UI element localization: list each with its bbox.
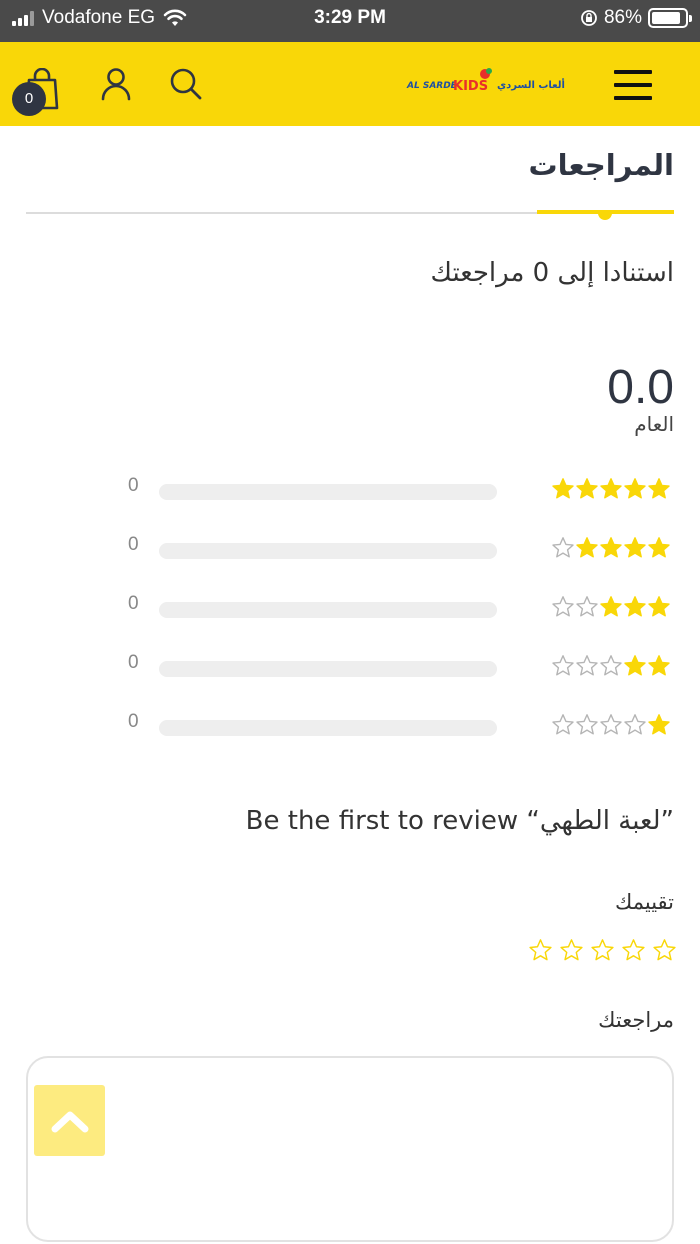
star-empty-icon <box>600 655 622 676</box>
rating-row-5: 0 <box>0 475 700 505</box>
star-filled-icon <box>600 537 622 558</box>
rating-row-stars <box>551 477 671 501</box>
star-filled-icon <box>648 655 670 676</box>
rating-row-2: 0 <box>0 652 700 682</box>
star-filled-icon <box>648 596 670 617</box>
your-rating-stars[interactable] <box>528 938 677 963</box>
rating-row-count: 0 <box>128 534 139 555</box>
star-empty-icon <box>600 714 622 735</box>
battery-percent: 86% <box>603 7 642 28</box>
star-empty-icon <box>552 596 574 617</box>
hamburger-menu-icon[interactable] <box>614 70 652 100</box>
site-header: 0 AL SARDE KIDS ألعاب السردي <box>0 42 700 126</box>
search-button[interactable] <box>168 66 204 102</box>
star-empty-icon[interactable] <box>621 938 646 963</box>
logo-image: AL SARDE KIDS ألعاب السردي <box>406 68 565 94</box>
star-filled-icon <box>624 537 646 558</box>
star-filled-icon <box>648 537 670 558</box>
logo-kids: KIDS <box>453 79 488 94</box>
star-filled-icon <box>648 714 670 735</box>
rotation-lock-icon <box>581 10 597 26</box>
rating-row-stars <box>551 713 671 737</box>
star-empty-icon[interactable] <box>590 938 615 963</box>
rating-row-count: 0 <box>128 652 139 673</box>
star-empty-icon <box>576 714 598 735</box>
star-empty-icon <box>576 596 598 617</box>
star-filled-icon <box>576 537 598 558</box>
your-rating-label: تقييمك <box>615 890 674 914</box>
star-empty-icon <box>576 655 598 676</box>
star-filled-icon <box>552 478 574 499</box>
brand-logo[interactable]: AL SARDE KIDS ألعاب السردي <box>405 66 565 100</box>
rating-row-count: 0 <box>128 593 139 614</box>
user-icon <box>101 68 131 101</box>
account-button[interactable] <box>98 66 134 102</box>
rating-row-stars <box>551 595 671 619</box>
logo-arabic: ألعاب السردي <box>497 78 565 91</box>
star-empty-icon <box>552 537 574 558</box>
rating-row-bar <box>159 720 497 736</box>
reviews-count-heading: استنادا إلى 0 مراجعتك <box>430 258 674 288</box>
cart-button[interactable]: 0 <box>12 68 62 116</box>
rating-row-stars <box>551 654 671 678</box>
logo-latin: AL SARDE <box>406 81 458 91</box>
rating-row-3: 0 <box>0 593 700 623</box>
status-right: 86% <box>580 7 692 29</box>
star-empty-icon <box>552 714 574 735</box>
cart-count-badge: 0 <box>12 82 46 116</box>
rating-row-bar <box>159 661 497 677</box>
status-bar: Vodafone EG 3:29 PM 86% <box>0 0 700 42</box>
star-filled-icon <box>600 478 622 499</box>
search-icon <box>170 68 202 100</box>
rating-row-4: 0 <box>0 534 700 564</box>
review-textarea[interactable] <box>26 1056 674 1242</box>
tab-reviews[interactable]: المراجعات <box>528 148 674 182</box>
star-filled-icon <box>624 655 646 676</box>
star-filled-icon <box>648 478 670 499</box>
battery-icon <box>648 8 692 28</box>
first-review-heading: Be the first to review “لعبة الطهي” <box>245 806 674 836</box>
rating-row-count: 0 <box>128 475 139 496</box>
average-rating-label: العام <box>634 412 674 436</box>
scroll-to-top-button[interactable] <box>34 1085 105 1156</box>
average-rating-value: 0.0 <box>607 361 674 414</box>
star-empty-icon <box>624 714 646 735</box>
tab-active-notch <box>598 210 612 220</box>
star-empty-icon[interactable] <box>559 938 584 963</box>
rating-row-1: 0 <box>0 711 700 741</box>
your-review-label: مراجعتك <box>598 1008 674 1032</box>
star-empty-icon[interactable] <box>652 938 677 963</box>
star-filled-icon <box>624 596 646 617</box>
star-filled-icon <box>600 596 622 617</box>
rating-row-bar <box>159 602 497 618</box>
star-filled-icon <box>624 478 646 499</box>
star-empty-icon[interactable] <box>528 938 553 963</box>
rating-row-bar <box>159 484 497 500</box>
rating-row-stars <box>551 536 671 560</box>
star-filled-icon <box>576 478 598 499</box>
star-empty-icon <box>552 655 574 676</box>
rating-row-bar <box>159 543 497 559</box>
chevron-up-icon <box>51 1111 88 1132</box>
rating-row-count: 0 <box>128 711 139 732</box>
